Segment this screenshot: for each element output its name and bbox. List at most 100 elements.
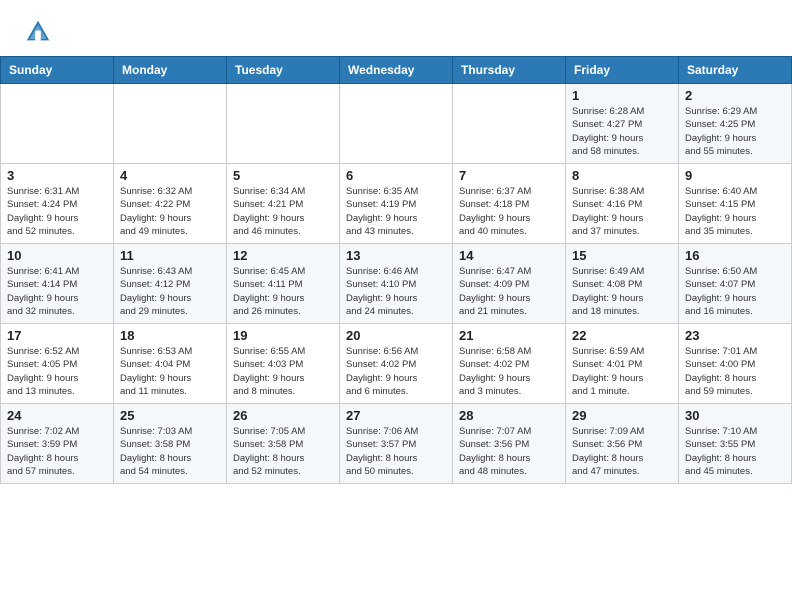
day-info: Sunrise: 7:02 AM Sunset: 3:59 PM Dayligh… bbox=[7, 425, 107, 478]
day-number: 13 bbox=[346, 248, 446, 263]
day-info: Sunrise: 7:09 AM Sunset: 3:56 PM Dayligh… bbox=[572, 425, 672, 478]
empty-cell bbox=[340, 84, 453, 164]
day-info: Sunrise: 7:03 AM Sunset: 3:58 PM Dayligh… bbox=[120, 425, 220, 478]
calendar-day-9: 9Sunrise: 6:40 AM Sunset: 4:15 PM Daylig… bbox=[679, 164, 792, 244]
day-info: Sunrise: 6:43 AM Sunset: 4:12 PM Dayligh… bbox=[120, 265, 220, 318]
empty-cell bbox=[114, 84, 227, 164]
calendar-day-16: 16 Sunrise: 6:50 AM Sunset: 4:07 PM Dayli… bbox=[679, 244, 792, 324]
calendar-week-1: 1 Sunrise: 6:28 AM Sunset: 4:27 PM Daylig… bbox=[1, 84, 792, 164]
day-info: Sunrise: 6:50 AM Sunset: 4:07 PM Dayligh… bbox=[685, 265, 785, 318]
calendar-day-26: 26 Sunrise: 7:05 AM Sunset: 3:58 PM Dayli… bbox=[227, 404, 340, 484]
day-info: Sunrise: 6:59 AM Sunset: 4:01 PM Dayligh… bbox=[572, 345, 672, 398]
calendar-day-28: 28 Sunrise: 7:07 AM Sunset: 3:56 PM Dayli… bbox=[453, 404, 566, 484]
calendar-day-1: 1 Sunrise: 6:28 AM Sunset: 4:27 PM Daylig… bbox=[566, 84, 679, 164]
day-number: 17 bbox=[7, 328, 107, 343]
day-info: Sunrise: 6:34 AM Sunset: 4:21 PM Dayligh… bbox=[233, 185, 333, 238]
day-number: 8 bbox=[572, 168, 672, 183]
calendar-day-4: 4 Sunrise: 6:32 AM Sunset: 4:22 PM Daylig… bbox=[114, 164, 227, 244]
day-number: 10 bbox=[7, 248, 107, 263]
calendar-body: 1 Sunrise: 6:28 AM Sunset: 4:27 PM Daylig… bbox=[1, 84, 792, 484]
empty-cell bbox=[1, 84, 114, 164]
weekday-row: SundayMondayTuesdayWednesdayThursdayFrid… bbox=[1, 57, 792, 84]
day-info: Sunrise: 6:52 AM Sunset: 4:05 PM Dayligh… bbox=[7, 345, 107, 398]
calendar-day-12: 12Sunrise: 6:45 AM Sunset: 4:11 PM Dayli… bbox=[227, 244, 340, 324]
logo-icon bbox=[24, 18, 52, 46]
calendar-day-20: 20 Sunrise: 6:56 AM Sunset: 4:02 PM Dayli… bbox=[340, 324, 453, 404]
day-info: Sunrise: 6:35 AM Sunset: 4:19 PM Dayligh… bbox=[346, 185, 446, 238]
weekday-header-sunday: Sunday bbox=[1, 57, 114, 84]
day-number: 27 bbox=[346, 408, 446, 423]
day-number: 1 bbox=[572, 88, 672, 103]
calendar-day-22: 22 Sunrise: 6:59 AM Sunset: 4:01 PM Dayli… bbox=[566, 324, 679, 404]
calendar-week-4: 17 Sunrise: 6:52 AM Sunset: 4:05 PM Dayli… bbox=[1, 324, 792, 404]
calendar-day-3: 3Sunrise: 6:31 AM Sunset: 4:24 PM Daylig… bbox=[1, 164, 114, 244]
weekday-header-tuesday: Tuesday bbox=[227, 57, 340, 84]
day-number: 20 bbox=[346, 328, 446, 343]
calendar-week-3: 10 Sunrise: 6:41 AM Sunset: 4:14 PM Dayli… bbox=[1, 244, 792, 324]
calendar-day-13: 13Sunrise: 6:46 AM Sunset: 4:10 PM Dayli… bbox=[340, 244, 453, 324]
day-number: 21 bbox=[459, 328, 559, 343]
calendar-day-14: 14 Sunrise: 6:47 AM Sunset: 4:09 PM Dayli… bbox=[453, 244, 566, 324]
day-number: 30 bbox=[685, 408, 785, 423]
empty-cell bbox=[227, 84, 340, 164]
day-info: Sunrise: 6:45 AM Sunset: 4:11 PM Dayligh… bbox=[233, 265, 333, 318]
day-info: Sunrise: 6:28 AM Sunset: 4:27 PM Dayligh… bbox=[572, 105, 672, 158]
calendar-header: SundayMondayTuesdayWednesdayThursdayFrid… bbox=[1, 57, 792, 84]
day-number: 5 bbox=[233, 168, 333, 183]
day-number: 4 bbox=[120, 168, 220, 183]
empty-cell bbox=[453, 84, 566, 164]
day-info: Sunrise: 6:41 AM Sunset: 4:14 PM Dayligh… bbox=[7, 265, 107, 318]
day-number: 15 bbox=[572, 248, 672, 263]
day-info: Sunrise: 6:37 AM Sunset: 4:18 PM Dayligh… bbox=[459, 185, 559, 238]
day-number: 3 bbox=[7, 168, 107, 183]
weekday-header-saturday: Saturday bbox=[679, 57, 792, 84]
day-info: Sunrise: 6:38 AM Sunset: 4:16 PM Dayligh… bbox=[572, 185, 672, 238]
day-number: 28 bbox=[459, 408, 559, 423]
calendar-day-30: 30 Sunrise: 7:10 AM Sunset: 3:55 PM Dayli… bbox=[679, 404, 792, 484]
day-info: Sunrise: 7:10 AM Sunset: 3:55 PM Dayligh… bbox=[685, 425, 785, 478]
calendar-day-10: 10 Sunrise: 6:41 AM Sunset: 4:14 PM Dayli… bbox=[1, 244, 114, 324]
day-number: 9 bbox=[685, 168, 785, 183]
calendar-day-19: 19 Sunrise: 6:55 AM Sunset: 4:03 PM Dayli… bbox=[227, 324, 340, 404]
day-info: Sunrise: 6:32 AM Sunset: 4:22 PM Dayligh… bbox=[120, 185, 220, 238]
weekday-header-thursday: Thursday bbox=[453, 57, 566, 84]
day-number: 6 bbox=[346, 168, 446, 183]
logo bbox=[24, 18, 54, 46]
day-info: Sunrise: 6:53 AM Sunset: 4:04 PM Dayligh… bbox=[120, 345, 220, 398]
day-info: Sunrise: 6:56 AM Sunset: 4:02 PM Dayligh… bbox=[346, 345, 446, 398]
day-number: 25 bbox=[120, 408, 220, 423]
calendar-day-8: 8 Sunrise: 6:38 AM Sunset: 4:16 PM Daylig… bbox=[566, 164, 679, 244]
day-number: 26 bbox=[233, 408, 333, 423]
calendar-day-5: 5 Sunrise: 6:34 AM Sunset: 4:21 PM Daylig… bbox=[227, 164, 340, 244]
day-number: 2 bbox=[685, 88, 785, 103]
calendar-day-7: 7 Sunrise: 6:37 AM Sunset: 4:18 PM Daylig… bbox=[453, 164, 566, 244]
day-number: 23 bbox=[685, 328, 785, 343]
calendar-day-6: 6 Sunrise: 6:35 AM Sunset: 4:19 PM Daylig… bbox=[340, 164, 453, 244]
calendar-day-23: 23Sunrise: 7:01 AM Sunset: 4:00 PM Dayli… bbox=[679, 324, 792, 404]
calendar-day-11: 11Sunrise: 6:43 AM Sunset: 4:12 PM Dayli… bbox=[114, 244, 227, 324]
day-info: Sunrise: 7:07 AM Sunset: 3:56 PM Dayligh… bbox=[459, 425, 559, 478]
calendar-table: SundayMondayTuesdayWednesdayThursdayFrid… bbox=[0, 56, 792, 484]
day-number: 22 bbox=[572, 328, 672, 343]
day-number: 14 bbox=[459, 248, 559, 263]
calendar-day-25: 25 Sunrise: 7:03 AM Sunset: 3:58 PM Dayli… bbox=[114, 404, 227, 484]
calendar-day-18: 18 Sunrise: 6:53 AM Sunset: 4:04 PM Dayli… bbox=[114, 324, 227, 404]
calendar-day-27: 27 Sunrise: 7:06 AM Sunset: 3:57 PM Dayli… bbox=[340, 404, 453, 484]
page: SundayMondayTuesdayWednesdayThursdayFrid… bbox=[0, 0, 792, 484]
day-info: Sunrise: 7:06 AM Sunset: 3:57 PM Dayligh… bbox=[346, 425, 446, 478]
day-info: Sunrise: 6:47 AM Sunset: 4:09 PM Dayligh… bbox=[459, 265, 559, 318]
day-number: 29 bbox=[572, 408, 672, 423]
day-info: Sunrise: 6:29 AM Sunset: 4:25 PM Dayligh… bbox=[685, 105, 785, 158]
calendar-day-24: 24Sunrise: 7:02 AM Sunset: 3:59 PM Dayli… bbox=[1, 404, 114, 484]
calendar-day-15: 15Sunrise: 6:49 AM Sunset: 4:08 PM Dayli… bbox=[566, 244, 679, 324]
day-number: 19 bbox=[233, 328, 333, 343]
day-info: Sunrise: 7:05 AM Sunset: 3:58 PM Dayligh… bbox=[233, 425, 333, 478]
weekday-header-monday: Monday bbox=[114, 57, 227, 84]
calendar-day-2: 2 Sunrise: 6:29 AM Sunset: 4:25 PM Daylig… bbox=[679, 84, 792, 164]
calendar-week-5: 24Sunrise: 7:02 AM Sunset: 3:59 PM Dayli… bbox=[1, 404, 792, 484]
day-number: 16 bbox=[685, 248, 785, 263]
day-number: 7 bbox=[459, 168, 559, 183]
day-number: 18 bbox=[120, 328, 220, 343]
day-info: Sunrise: 6:55 AM Sunset: 4:03 PM Dayligh… bbox=[233, 345, 333, 398]
calendar-week-2: 3Sunrise: 6:31 AM Sunset: 4:24 PM Daylig… bbox=[1, 164, 792, 244]
